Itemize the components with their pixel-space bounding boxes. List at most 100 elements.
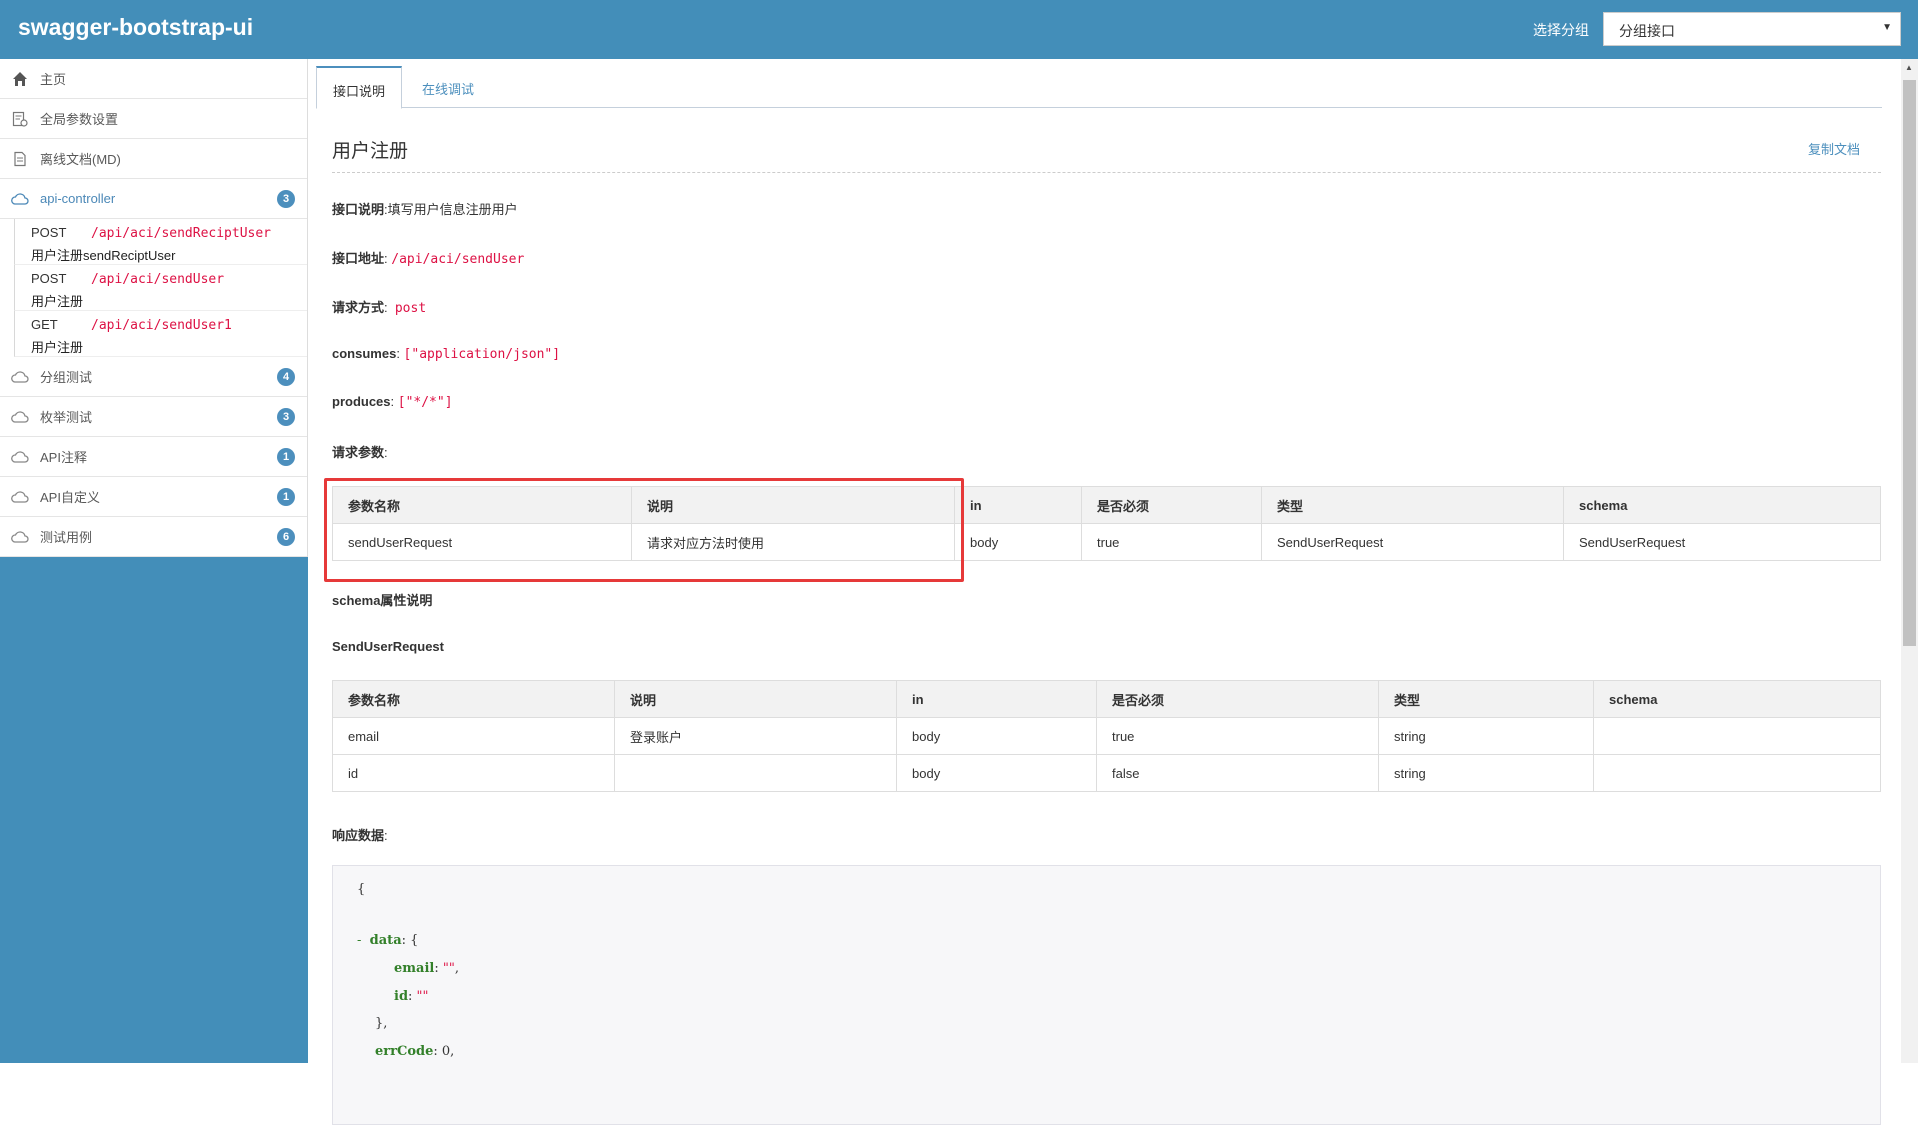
field-label: 请求方式 bbox=[332, 300, 385, 315]
count-badge: 3 bbox=[277, 190, 295, 208]
field-label: consumes bbox=[332, 346, 397, 361]
json-punct: : { bbox=[401, 933, 419, 948]
cloud-icon bbox=[10, 487, 30, 507]
count-badge: 3 bbox=[277, 408, 295, 426]
sidebar-item-label: API注释 bbox=[40, 450, 87, 465]
field-value: /api/aci/sendUser bbox=[391, 252, 525, 267]
collapse-toggle[interactable]: - bbox=[357, 933, 361, 948]
table-header: schema bbox=[1563, 486, 1881, 524]
table-header: 类型 bbox=[1261, 486, 1564, 524]
cloud-icon bbox=[10, 527, 30, 547]
endpoint-summary: 用户注册sendReciptUser bbox=[31, 248, 176, 263]
response-heading: 响应数据: bbox=[332, 828, 388, 843]
endpoint-item[interactable]: GET/api/aci/sendUser1 用户注册 bbox=[14, 311, 307, 357]
json-close-line: }, bbox=[375, 1016, 388, 1031]
sidebar-item-enum-test[interactable]: 枚举测试 3 bbox=[0, 397, 307, 437]
copy-doc-link[interactable]: 复制文档 bbox=[1808, 139, 1860, 158]
json-value: "" bbox=[442, 961, 455, 976]
table-cell bbox=[1593, 754, 1881, 792]
table-cell: email bbox=[332, 717, 615, 755]
table-cell: body bbox=[954, 523, 1082, 561]
json-id-line: id: "" bbox=[394, 989, 429, 1004]
json-key: id bbox=[394, 989, 409, 1004]
scrollbar-thumb[interactable] bbox=[1903, 80, 1916, 646]
field-label: 请求参数 bbox=[332, 445, 385, 460]
document-icon bbox=[10, 149, 30, 169]
cloud-icon bbox=[10, 447, 30, 467]
table-cell: body bbox=[896, 717, 1097, 755]
endpoint-path: /api/aci/sendUser1 bbox=[91, 318, 232, 333]
group-select[interactable]: 分组接口 ▼ bbox=[1603, 12, 1901, 46]
sidebar-item-home[interactable]: 主页 bbox=[0, 59, 307, 99]
json-value: "" bbox=[416, 989, 429, 1004]
table-header: 是否必须 bbox=[1096, 680, 1379, 718]
sidebar-item-api-controller[interactable]: api-controller 3 bbox=[0, 179, 307, 219]
response-json-viewer: { - data: { email: "", id: "" }, errCode… bbox=[332, 865, 1881, 1125]
sidebar-item-global-params[interactable]: 全局参数设置 bbox=[0, 99, 307, 139]
schema-params-table: 参数名称 说明 in 是否必须 类型 schema email 登录账户 bod… bbox=[332, 680, 1881, 792]
endpoint-item[interactable]: POST/api/aci/sendUser 用户注册 bbox=[14, 265, 307, 311]
field-label: SendUserRequest bbox=[332, 639, 444, 654]
field-label: 接口地址 bbox=[332, 251, 385, 266]
tab-debug[interactable]: 在线调试 bbox=[406, 66, 490, 108]
table-header: schema bbox=[1593, 680, 1881, 718]
json-key: errCode bbox=[375, 1044, 434, 1059]
settings-doc-icon bbox=[10, 109, 30, 129]
table-header: 说明 bbox=[614, 680, 897, 718]
cloud-icon bbox=[10, 367, 30, 387]
field-value: ["application/json"] bbox=[403, 347, 561, 362]
home-icon bbox=[10, 69, 30, 89]
page-title: 用户注册 bbox=[332, 141, 409, 162]
api-method: 请求方式: post bbox=[332, 300, 427, 316]
table-cell: body bbox=[896, 754, 1097, 792]
sidebar-item-group-test[interactable]: 分组测试 4 bbox=[0, 357, 307, 397]
sidebar-item-offline-doc[interactable]: 离线文档(MD) bbox=[0, 139, 307, 179]
tab-doc[interactable]: 接口说明 bbox=[316, 66, 403, 109]
sidebar-item-test-cases[interactable]: 测试用例 6 bbox=[0, 517, 307, 557]
request-params-heading: 请求参数: bbox=[332, 445, 388, 460]
table-cell: true bbox=[1096, 717, 1379, 755]
schema-desc-heading: schema属性说明 bbox=[332, 590, 432, 609]
sidebar-item-label: API自定义 bbox=[40, 490, 100, 505]
api-produces: produces: ["*/*"] bbox=[332, 394, 453, 410]
table-cell: string bbox=[1378, 754, 1594, 792]
api-url: 接口地址: /api/aci/sendUser bbox=[332, 251, 525, 267]
table-row: id body false string bbox=[332, 754, 1881, 792]
table-cell: SendUserRequest bbox=[1261, 523, 1564, 561]
sidebar-item-api-custom[interactable]: API自定义 1 bbox=[0, 477, 307, 517]
table-cell bbox=[1593, 717, 1881, 755]
api-consumes: consumes: ["application/json"] bbox=[332, 346, 561, 362]
caret-down-icon: ▼ bbox=[1882, 22, 1892, 33]
field-value: ["*/*"] bbox=[397, 395, 453, 410]
scroll-up-icon[interactable]: ▲ bbox=[1905, 63, 1913, 72]
endpoint-path: /api/aci/sendUser bbox=[91, 272, 225, 287]
json-data-line: - data: { bbox=[357, 933, 418, 948]
brand-title[interactable]: swagger-bootstrap-ui bbox=[18, 14, 253, 41]
json-key: email bbox=[394, 961, 435, 976]
sidebar: 主页 全局参数设置 离线文档(MD) api-controller 3 POST… bbox=[0, 59, 308, 1063]
table-cell: id bbox=[332, 754, 615, 792]
table-header: 参数名称 bbox=[332, 680, 615, 718]
table-cell: SendUserRequest bbox=[1563, 523, 1881, 561]
http-method: POST bbox=[31, 225, 67, 240]
highlight-box bbox=[324, 478, 964, 582]
field-label: 接口说明 bbox=[332, 202, 385, 217]
endpoint-summary: 用户注册 bbox=[31, 294, 84, 309]
group-select-value: 分组接口 bbox=[1619, 23, 1675, 39]
table-cell: string bbox=[1378, 717, 1594, 755]
sidebar-item-label: 分组测试 bbox=[40, 370, 93, 385]
sidebar-item-label: 离线文档(MD) bbox=[40, 152, 121, 167]
sidebar-item-api-notes[interactable]: API注释 1 bbox=[0, 437, 307, 477]
endpoint-item[interactable]: POST/api/aci/sendReciptUser 用户注册sendReci… bbox=[14, 219, 307, 265]
divider bbox=[332, 172, 1881, 173]
field-label: schema属性说明 bbox=[332, 593, 433, 608]
count-badge: 6 bbox=[277, 528, 295, 546]
endpoint-summary: 用户注册 bbox=[31, 340, 84, 355]
http-method: POST bbox=[31, 271, 67, 286]
count-badge: 1 bbox=[277, 488, 295, 506]
table-header: 是否必须 bbox=[1081, 486, 1262, 524]
http-method: GET bbox=[31, 317, 58, 332]
table-header: in bbox=[954, 486, 1082, 524]
sidebar-item-label: api-controller bbox=[40, 191, 116, 206]
field-value: post bbox=[394, 301, 427, 316]
